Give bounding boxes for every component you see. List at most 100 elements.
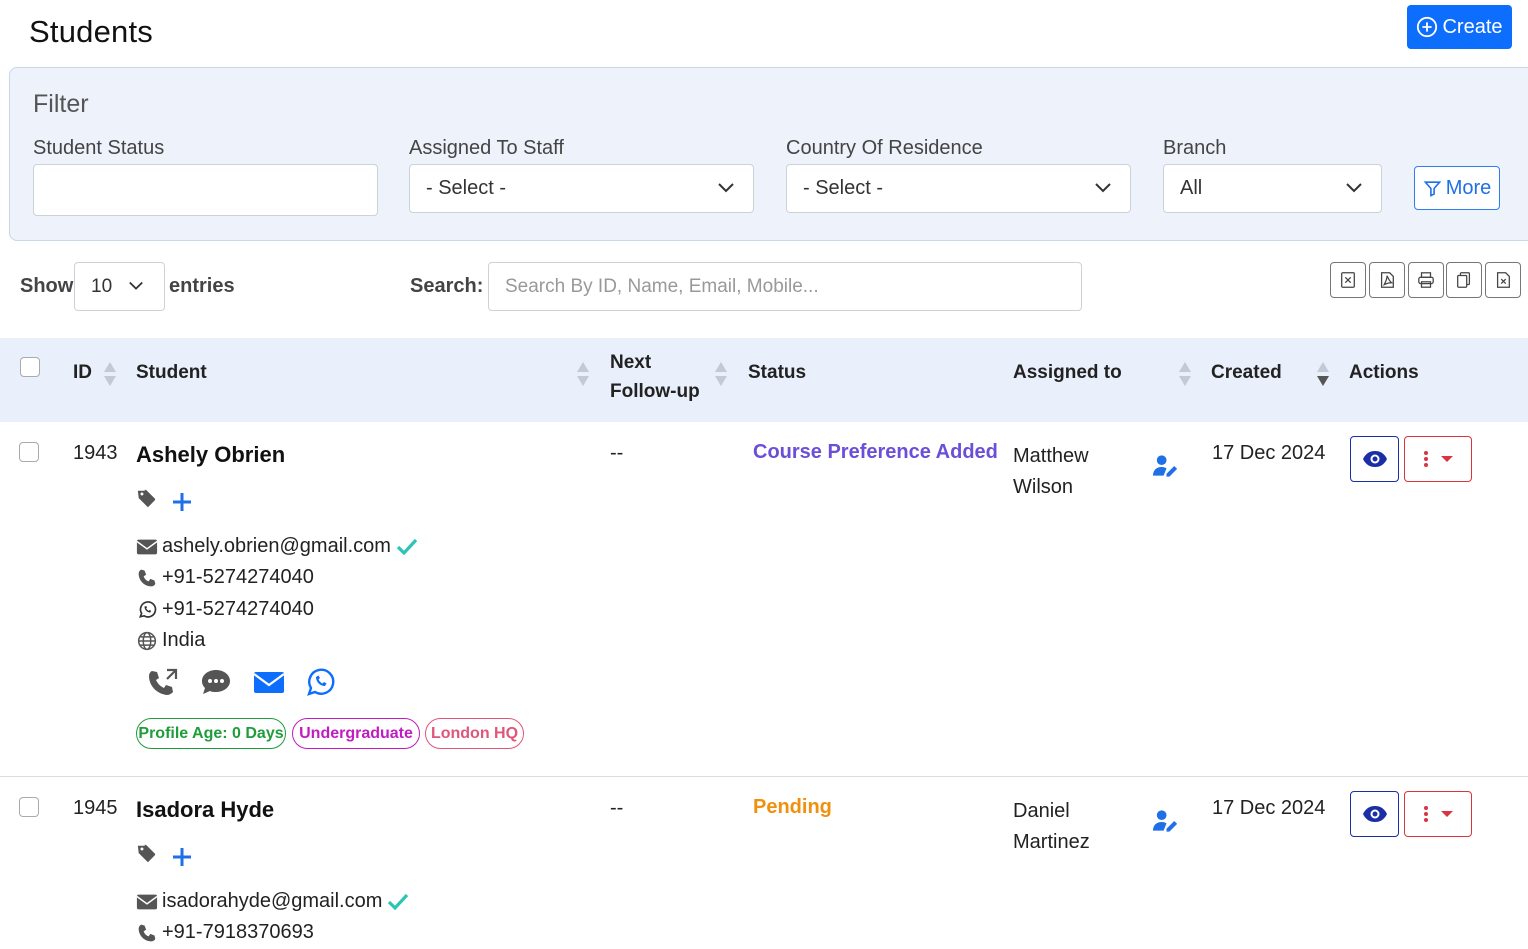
create-button-label: Create — [1442, 15, 1503, 38]
student-email-row: ashely.obrien@gmail.com — [136, 535, 419, 558]
entries-value: 10 — [91, 275, 113, 297]
student-country-row: India — [136, 629, 205, 652]
more-filters-button[interactable]: More — [1414, 166, 1500, 210]
add-tag-icon[interactable] — [170, 845, 194, 869]
col-status[interactable]: Status — [748, 362, 806, 384]
col-created[interactable]: Created — [1211, 362, 1282, 384]
student-status-input[interactable] — [33, 164, 378, 216]
export-excel-button[interactable] — [1330, 262, 1366, 298]
more-filters-label: More — [1445, 176, 1492, 199]
profile-age-badge: Profile Age: 0 Days — [136, 718, 286, 749]
add-tag-icon[interactable] — [170, 490, 194, 514]
envelope-icon — [136, 894, 158, 909]
next-followup: -- — [610, 797, 624, 819]
csv-file-icon — [1496, 272, 1510, 288]
branch-select[interactable]: All — [1163, 164, 1382, 213]
view-button[interactable] — [1350, 791, 1399, 837]
row-id: 1945 — [73, 797, 118, 819]
send-whatsapp-icon[interactable] — [304, 666, 338, 698]
student-name[interactable]: Isadora Hyde — [136, 797, 274, 823]
phone-icon — [138, 569, 156, 586]
sort-icon[interactable] — [1178, 361, 1192, 387]
student-phone[interactable]: +91-5274274040 — [162, 566, 314, 589]
chevron-down-icon — [129, 281, 143, 290]
created-date: 17 Dec 2024 — [1212, 442, 1326, 464]
tag-icon — [137, 844, 156, 863]
entries-select[interactable]: 10 — [74, 262, 165, 311]
assigned-staff-select[interactable]: - Select - — [409, 164, 754, 213]
filter-icon — [1423, 180, 1442, 197]
reassign-user-icon[interactable] — [1152, 809, 1181, 833]
student-email[interactable]: ashely.obrien@gmail.com — [162, 535, 391, 558]
select-all-checkbox[interactable] — [20, 357, 40, 377]
caret-down-icon — [1441, 456, 1453, 462]
assigned-staff-label: Assigned To Staff — [409, 137, 564, 159]
assigned-staff: Matthew Wilson — [1013, 441, 1089, 503]
status-text: Course Preference Added — [753, 441, 998, 463]
whatsapp-icon — [139, 600, 157, 618]
col-actions: Actions — [1349, 362, 1419, 383]
country-label: Country Of Residence — [786, 137, 983, 159]
eye-icon — [1362, 806, 1387, 822]
student-phone-row: +91-5274274040 — [136, 566, 314, 589]
country-value: - Select - — [803, 177, 884, 199]
reassign-user-icon[interactable] — [1152, 454, 1181, 478]
export-pdf-button[interactable] — [1369, 262, 1405, 298]
printer-icon — [1418, 272, 1434, 288]
sort-desc-icon[interactable] — [1316, 361, 1330, 387]
assigned-first-name: Matthew — [1013, 445, 1089, 467]
next-followup: -- — [610, 442, 624, 464]
level-badge: Undergraduate — [292, 718, 420, 749]
create-button[interactable]: Create — [1407, 5, 1512, 49]
student-phone[interactable]: +91-7918370693 — [162, 921, 314, 944]
student-status-label: Student Status — [33, 137, 165, 159]
row-checkbox[interactable] — [19, 797, 39, 817]
row-id: 1943 — [73, 442, 118, 464]
chevron-down-icon — [1095, 183, 1111, 193]
excel-file-icon — [1341, 272, 1355, 288]
chat-bubble-icon[interactable] — [199, 666, 233, 698]
more-actions-dropdown[interactable] — [1404, 436, 1472, 482]
student-whatsapp[interactable]: +91-5274274040 — [162, 598, 314, 621]
assigned-staff: Daniel Martinez — [1013, 796, 1090, 858]
col-next-followup-line2: Follow-up — [610, 381, 700, 402]
kebab-icon — [1424, 451, 1428, 467]
country-select[interactable]: - Select - — [786, 164, 1131, 213]
row-checkbox[interactable] — [19, 442, 39, 462]
caret-down-icon — [1441, 811, 1453, 817]
sort-icon[interactable] — [576, 361, 590, 387]
send-email-icon[interactable] — [252, 666, 286, 698]
view-button[interactable] — [1350, 436, 1399, 482]
col-assigned-to[interactable]: Assigned to — [1013, 362, 1122, 384]
chevron-down-icon — [1346, 183, 1362, 193]
print-button[interactable] — [1408, 262, 1444, 298]
col-next-followup[interactable]: Next Follow-up — [610, 348, 700, 406]
assigned-first-name: Daniel — [1013, 800, 1070, 822]
student-email[interactable]: isadorahyde@gmail.com — [162, 890, 382, 913]
copy-button[interactable] — [1446, 262, 1482, 298]
more-actions-dropdown[interactable] — [1404, 791, 1472, 837]
verified-check-icon — [388, 893, 409, 910]
branch-value: All — [1180, 177, 1203, 199]
envelope-icon — [136, 539, 158, 554]
tag-icon — [137, 489, 156, 508]
student-name[interactable]: Ashely Obrien — [136, 442, 285, 468]
assigned-last-name: Martinez — [1013, 831, 1090, 853]
search-input[interactable] — [488, 262, 1082, 311]
filter-panel: Filter Student Status Assigned To Staff … — [9, 67, 1528, 241]
export-csv-button[interactable] — [1485, 262, 1521, 298]
sort-icon[interactable] — [103, 361, 117, 387]
call-outgoing-icon[interactable] — [146, 666, 180, 698]
student-phone-row: +91-7918370693 — [136, 921, 314, 944]
globe-icon — [137, 631, 157, 650]
col-id[interactable]: ID — [73, 362, 92, 384]
phone-icon — [138, 924, 156, 941]
show-label: Show — [20, 275, 74, 297]
row-separator — [0, 776, 1528, 777]
sort-icon[interactable] — [714, 361, 728, 387]
created-date: 17 Dec 2024 — [1212, 797, 1326, 819]
page-title: Students — [29, 14, 153, 49]
entries-label: entries — [169, 275, 235, 297]
search-label: Search: — [410, 275, 484, 297]
col-student[interactable]: Student — [136, 362, 207, 384]
